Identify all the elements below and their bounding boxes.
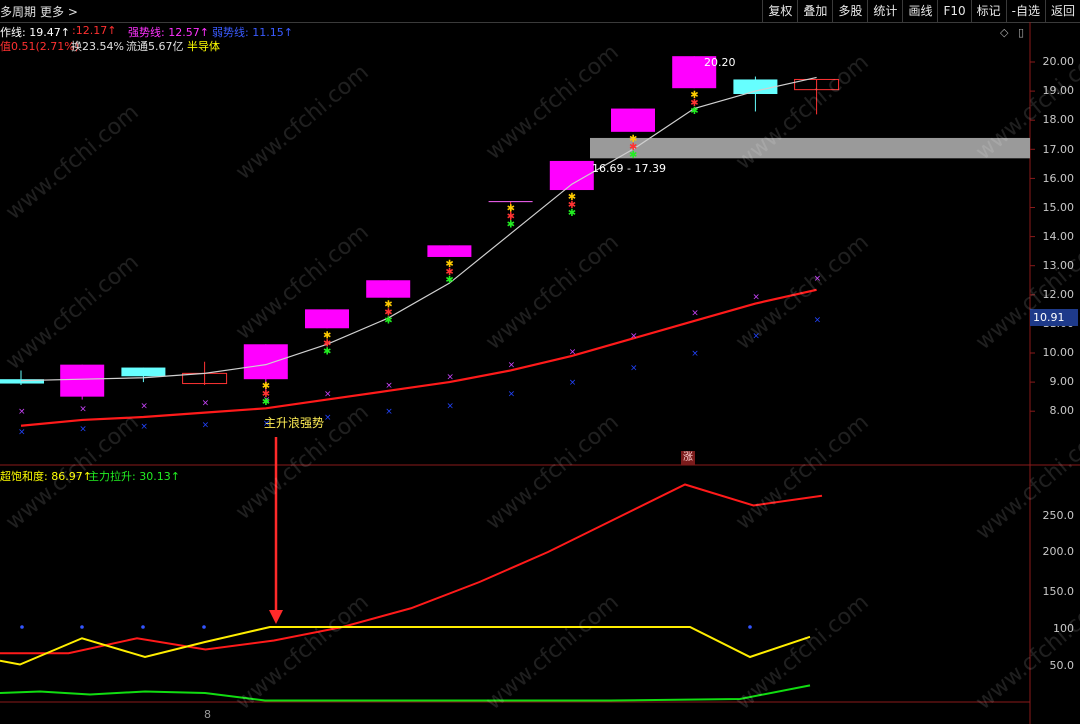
candle-body [366, 280, 411, 298]
blue-marker: × [814, 316, 822, 326]
magenta-marker: × [18, 407, 26, 417]
price-axis-label: 20.00 [1042, 55, 1075, 68]
candle-body [243, 344, 288, 380]
magenta-marker: × [569, 348, 577, 358]
menu-bar: 复权 叠加 多股 统计 画线 F10 标记 -自选 返回 [762, 0, 1080, 22]
menu-zixuan[interactable]: -自选 [1005, 0, 1045, 22]
sub-axis-label: 150.0 [1042, 585, 1075, 598]
blue-marker: × [324, 413, 332, 423]
top-toolbar: 多周期 更多 > 复权 叠加 多股 统计 画线 F10 标记 -自选 返回 [0, 0, 1080, 23]
price-axis-label: 18.00 [1042, 113, 1075, 126]
blue-marker: × [140, 422, 148, 432]
price-axis-label: 17.00 [1042, 143, 1075, 156]
rise-badge: 涨 [681, 451, 695, 465]
price-axis-label: 9.00 [1049, 375, 1075, 388]
menu-huaxian[interactable]: 画线 [902, 0, 937, 22]
price-axis-label: 16.00 [1042, 172, 1075, 185]
sub-blue-dot [748, 625, 752, 629]
menu-diejia[interactable]: 叠加 [797, 0, 832, 22]
price-axis-label: 19.00 [1042, 84, 1075, 97]
signal-star: ✱ [384, 316, 392, 327]
magenta-marker: × [202, 398, 210, 408]
current-price-tag: 10.91 [1030, 309, 1078, 326]
blue-marker: × [18, 428, 26, 438]
signal-star: ✱ [262, 397, 270, 408]
price-zone [590, 137, 1030, 159]
blue-marker: × [569, 378, 577, 388]
menu-biaoji[interactable]: 标记 [970, 0, 1006, 22]
blue-marker: × [79, 425, 87, 435]
bottom-tick: 8 [204, 708, 211, 721]
magenta-marker: × [814, 274, 822, 284]
sub-blue-dot [141, 625, 145, 629]
blue-marker: × [752, 332, 760, 342]
blue-marker: × [508, 390, 516, 400]
signal-star: ✱ [629, 150, 637, 161]
signal-star: ✱ [690, 106, 698, 117]
kline-chart: × × × × ××××××××××× × × × ××××××××××✱✱✱✱✱✱✱✱✱✱✱✱… [0, 22, 1080, 724]
blue-marker: × [202, 420, 210, 430]
sub-axis-label: 250.0 [1042, 509, 1075, 522]
blue-marker: × [691, 349, 699, 359]
magenta-marker: × [140, 401, 148, 411]
signal-arrow-head [269, 610, 283, 624]
sub-axis-label: 100 [1053, 622, 1074, 635]
sub-axis-label: 50.0 [1049, 659, 1075, 672]
menu-fanhui[interactable]: 返回 [1044, 0, 1080, 22]
menu-fuquan[interactable]: 复权 [762, 0, 797, 22]
sub-yellow-line [0, 626, 811, 666]
blue-marker: × [446, 401, 454, 411]
menu-duogu[interactable]: 多股 [832, 0, 867, 22]
magenta-marker: × [446, 372, 454, 382]
sub-blue-dot [202, 625, 206, 629]
blue-marker: × [630, 364, 638, 374]
candle-body [733, 79, 778, 95]
candle-body [60, 364, 105, 397]
signal-label: 主升浪强势 [264, 416, 325, 430]
magenta-marker: × [79, 404, 87, 414]
magenta-marker: × [752, 292, 760, 302]
menu-tongji[interactable]: 统计 [867, 0, 902, 22]
menu-f10[interactable]: F10 [937, 0, 970, 22]
sub-blue-dot [20, 625, 24, 629]
zone-label: 16.69 - 17.39 [592, 162, 666, 175]
price-axis-label: 14.00 [1042, 230, 1075, 243]
period-selector[interactable]: 多周期 [0, 3, 36, 20]
magenta-marker: × [324, 390, 332, 400]
magenta-marker: × [508, 361, 516, 371]
price-axis-label: 13.00 [1042, 259, 1075, 272]
sub-blue-dot [80, 625, 84, 629]
blue-marker: × [385, 407, 393, 417]
signal-star: ✱ [507, 220, 515, 231]
price-axis-label: 12.00 [1042, 288, 1075, 301]
price-axis-label: 8.00 [1049, 404, 1075, 417]
sub-axis-label: 200.0 [1042, 545, 1075, 558]
ma-white-line [20, 76, 817, 382]
sub-green-line [0, 684, 811, 702]
candle-body [427, 245, 472, 257]
candle-body [305, 309, 349, 329]
signal-star: ✱ [323, 346, 331, 357]
magenta-marker: × [385, 381, 393, 391]
candle-body [121, 367, 166, 377]
price-axis-label: 15.00 [1042, 201, 1075, 214]
magenta-marker: × [691, 308, 699, 318]
signal-star: ✱ [445, 275, 453, 286]
price-axis-label: 10.00 [1042, 346, 1075, 359]
more-menu[interactable]: 更多 > [40, 3, 78, 20]
magenta-marker: × [630, 332, 638, 342]
candle-body [611, 108, 655, 132]
signal-star: ✱ [568, 208, 576, 219]
peak-label: 20.20 [704, 56, 736, 69]
